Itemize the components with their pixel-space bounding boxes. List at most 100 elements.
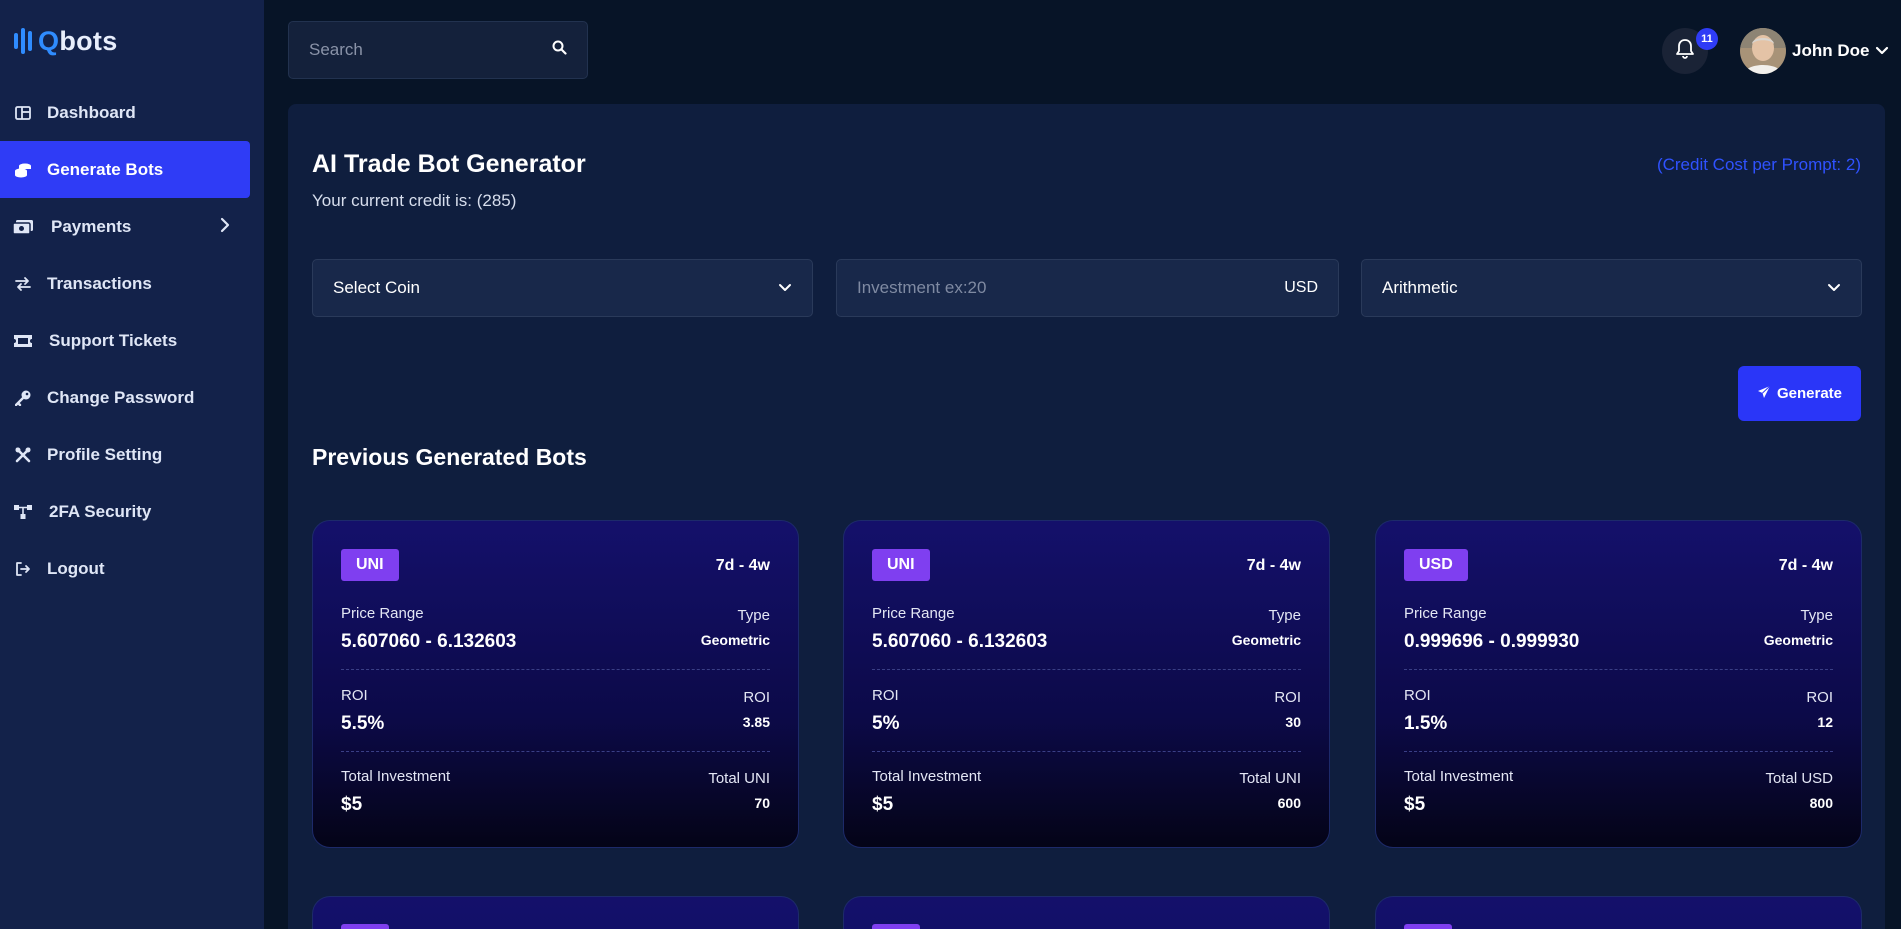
- price-range-label: Price Range: [872, 605, 955, 622]
- roi-right-value: 30: [1285, 714, 1301, 730]
- bot-card[interactable]: USD 7d - 4w Price Range 0.999696 - 0.999…: [1375, 520, 1862, 848]
- sidebar-nav: Dashboard Generate Bots Payments Transac…: [0, 84, 264, 597]
- coin-badge: UNI: [872, 549, 930, 581]
- credit-cost-text: (Credit Cost per Prompt: 2): [1656, 155, 1861, 174]
- credit-text: Your current credit is: (285): [312, 191, 517, 210]
- bot-card[interactable]: UNI 7d - 4w Price Range 5.607060 - 6.132…: [312, 520, 799, 848]
- search-icon[interactable]: [552, 40, 567, 60]
- network-icon: [13, 502, 33, 522]
- dashboard-icon: [13, 103, 33, 123]
- user-menu[interactable]: John Doe: [1792, 28, 1889, 74]
- bot-card[interactable]: [1375, 896, 1862, 929]
- coin-badge: USD: [1404, 549, 1468, 581]
- divider: [341, 669, 770, 670]
- main-panel: AI Trade Bot Generator Your current cred…: [288, 104, 1885, 929]
- coin-badge: [1404, 924, 1452, 929]
- type-value: Geometric: [1231, 632, 1301, 648]
- bot-card[interactable]: [312, 896, 799, 929]
- total-label: Total UNI: [708, 770, 770, 787]
- sidebar-item-generate-bots[interactable]: Generate Bots: [0, 141, 250, 198]
- sidebar-item-dashboard[interactable]: Dashboard: [0, 84, 250, 141]
- investment-placeholder: Investment ex:20: [857, 278, 987, 297]
- coin-badge: [341, 924, 389, 929]
- strategy-select[interactable]: Arithmetic: [1361, 259, 1862, 317]
- type-label: Type: [1800, 607, 1833, 624]
- price-range-row: Price Range 5.607060 - 6.132603 Type Geo…: [872, 605, 1301, 665]
- sidebar-item-change-password[interactable]: Change Password: [0, 369, 250, 426]
- roi-right-value: 3.85: [742, 714, 770, 730]
- price-range-label: Price Range: [341, 605, 424, 622]
- sidebar-item-transactions[interactable]: Transactions: [0, 255, 250, 312]
- bot-card[interactable]: [843, 896, 1330, 929]
- sidebar-item-payments[interactable]: Payments: [0, 198, 250, 255]
- coin-select[interactable]: Select Coin: [312, 259, 813, 317]
- total-label: Total USD: [1765, 770, 1833, 787]
- roi-label: ROI: [1404, 687, 1431, 704]
- investment-field[interactable]: Investment ex:20 USD: [836, 259, 1339, 317]
- search-box: [288, 21, 588, 79]
- sidebar-item-label: Transactions: [47, 273, 152, 293]
- divider: [1404, 669, 1833, 670]
- previous-bots-title: Previous Generated Bots: [312, 444, 587, 470]
- investment-label: Total Investment: [1404, 768, 1514, 785]
- strategy-select-value: Arithmetic: [1382, 278, 1458, 297]
- investment-label: Total Investment: [872, 768, 982, 785]
- type-label: Type: [737, 607, 770, 624]
- sidebar-item-profile-setting[interactable]: Profile Setting: [0, 426, 250, 483]
- app-root: Qbots Dashboard Generate Bots Payments T…: [0, 0, 1901, 929]
- sidebar-item-2fa-security[interactable]: 2FA Security: [0, 483, 250, 540]
- avatar[interactable]: [1740, 28, 1786, 74]
- generate-button[interactable]: Generate: [1738, 366, 1861, 421]
- user-name: John Doe: [1792, 41, 1870, 60]
- roi-label: ROI: [341, 687, 368, 704]
- sidebar-item-label: Generate Bots: [47, 159, 164, 179]
- sidebar-item-label: Change Password: [47, 387, 195, 407]
- sidebar-item-label: Payments: [51, 216, 132, 236]
- money-icon: [13, 217, 33, 237]
- type-value: Geometric: [700, 632, 770, 648]
- chevron-right-icon: [220, 217, 230, 238]
- divider: [872, 669, 1301, 670]
- bot-card[interactable]: UNI 7d - 4w Price Range 5.607060 - 6.132…: [843, 520, 1330, 848]
- coins-icon: [13, 160, 33, 180]
- paper-plane-icon: [1757, 385, 1771, 403]
- investment-row: Total Investment $5 Total UNI 70: [341, 768, 770, 828]
- roi-right-value: 12: [1817, 714, 1833, 730]
- price-range-row: Price Range 5.607060 - 6.132603 Type Geo…: [341, 605, 770, 665]
- investment-row: Total Investment $5 Total UNI 600: [872, 768, 1301, 828]
- logout-icon: [13, 559, 33, 579]
- coin-badge: [872, 924, 920, 929]
- chevron-down-icon: [778, 278, 792, 298]
- notification-badge: 11: [1696, 28, 1718, 50]
- total-value: 600: [1277, 795, 1301, 811]
- roi-right-label: ROI: [743, 689, 770, 706]
- price-range-label: Price Range: [1404, 605, 1487, 622]
- search-input[interactable]: [309, 40, 552, 60]
- divider: [341, 751, 770, 752]
- roi-right-label: ROI: [1274, 689, 1301, 706]
- divider: [872, 751, 1301, 752]
- sidebar-item-logout[interactable]: Logout: [0, 540, 250, 597]
- page-title: AI Trade Bot Generator: [312, 150, 586, 178]
- logo[interactable]: Qbots: [14, 26, 118, 56]
- sidebar-item-support-tickets[interactable]: Support Tickets: [0, 312, 250, 369]
- total-value: 800: [1809, 795, 1833, 811]
- chevron-down-icon: [1827, 278, 1841, 298]
- sidebar-item-label: Support Tickets: [49, 330, 178, 350]
- key-icon: [13, 388, 33, 408]
- investment-value: $5: [341, 794, 363, 815]
- generate-button-label: Generate: [1776, 385, 1843, 402]
- sidebar: Qbots Dashboard Generate Bots Payments T…: [0, 0, 264, 929]
- roi-row: ROI 5% ROI 30: [872, 687, 1301, 747]
- sidebar-item-label: Profile Setting: [47, 444, 163, 464]
- price-range-value: 5.607060 - 6.132603: [872, 631, 1048, 652]
- exchange-icon: [13, 274, 33, 294]
- ticket-icon: [13, 331, 33, 351]
- sidebar-item-label: 2FA Security: [49, 501, 152, 521]
- roi-value: 5%: [872, 713, 900, 734]
- price-range-row: Price Range 0.999696 - 0.999930 Type Geo…: [1404, 605, 1833, 665]
- investment-label: Total Investment: [341, 768, 451, 785]
- bell-icon: [1675, 38, 1695, 65]
- roi-value: 5.5%: [341, 713, 385, 734]
- roi-value: 1.5%: [1404, 713, 1448, 734]
